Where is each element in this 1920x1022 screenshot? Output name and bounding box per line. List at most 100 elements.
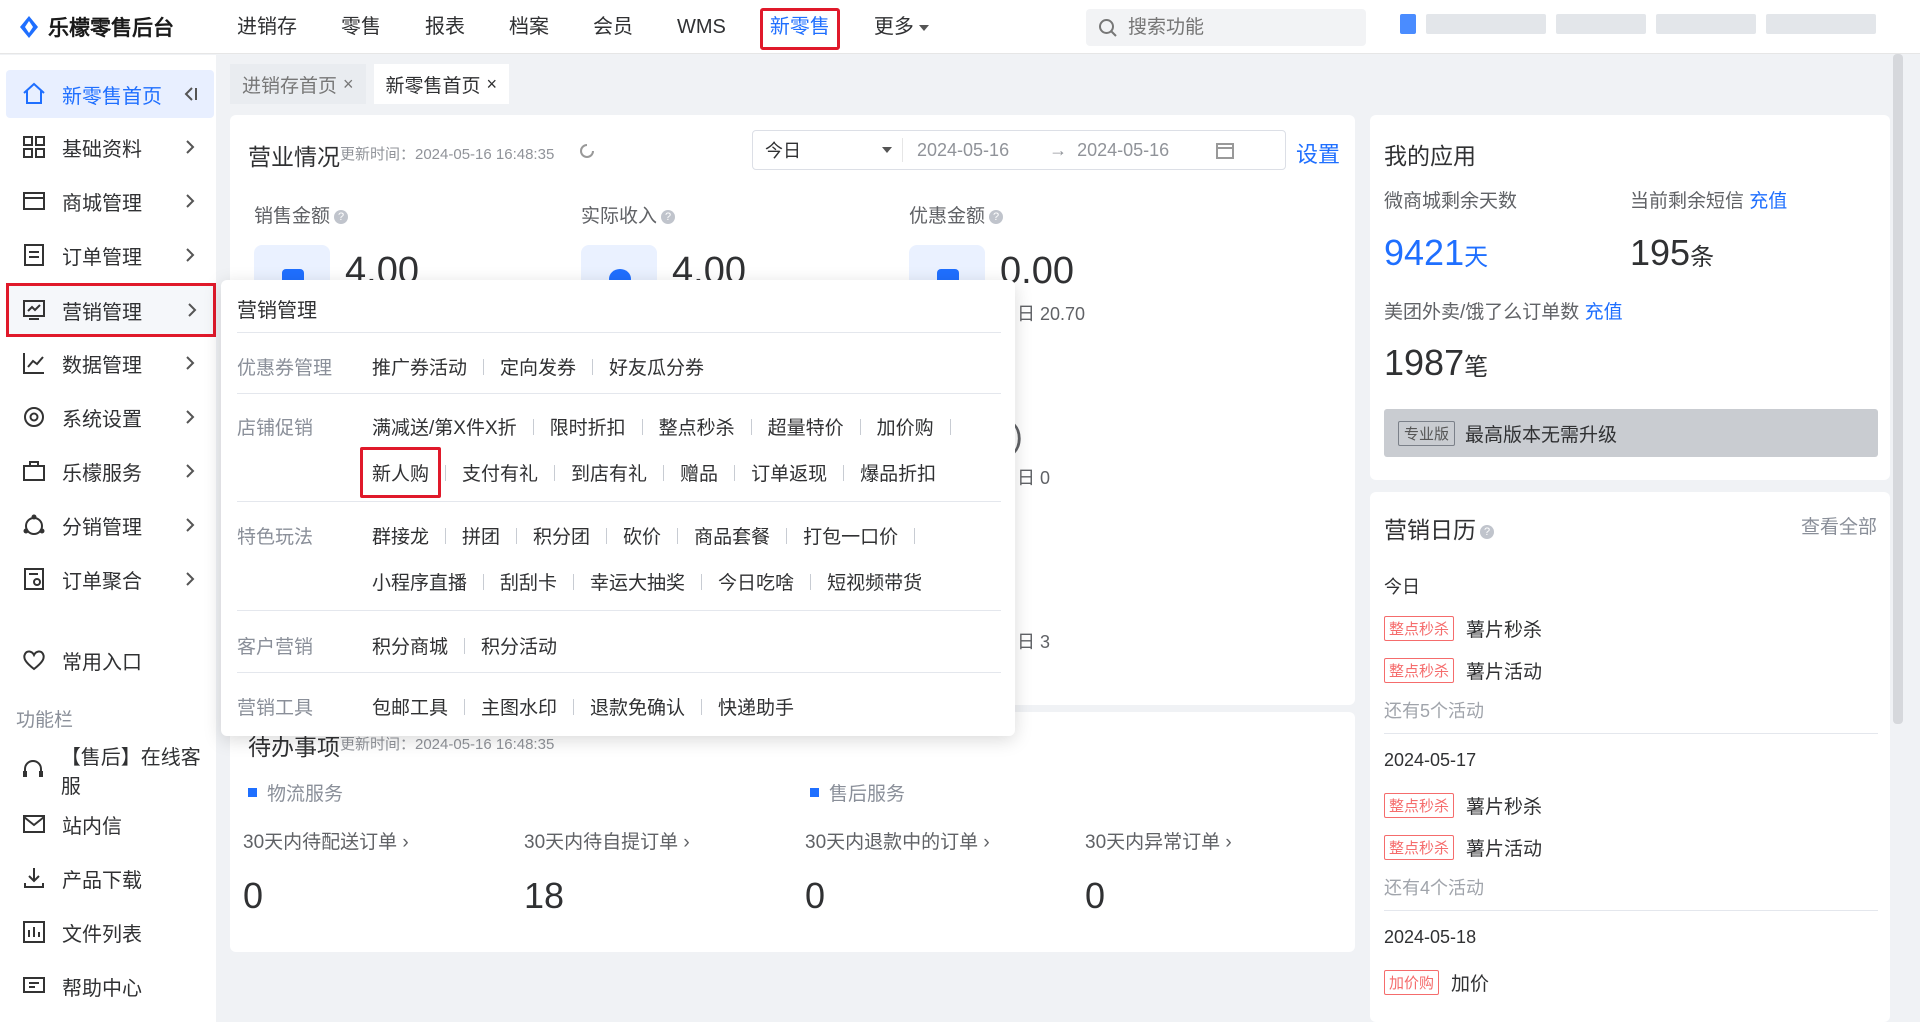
sidebar-item-frequent[interactable]: 常用入口	[6, 636, 214, 684]
nav-item-wms[interactable]: WMS	[655, 0, 748, 54]
tab-inventory-home[interactable]: 进销存首页 ×	[230, 64, 366, 104]
menu-item-promo-coupon[interactable]: 推广券活动	[372, 353, 483, 380]
menu-item-friend-split-coupon[interactable]: 好友瓜分券	[593, 353, 720, 380]
menu-item-add-on-purchase[interactable]: 加价购	[861, 413, 950, 440]
nav-item-reports[interactable]: 报表	[403, 0, 487, 54]
menu-item-bulk-special[interactable]: 超量特价	[752, 413, 860, 440]
menu-item-group-buy[interactable]: 拼团	[446, 522, 516, 549]
tab-label: 新零售首页	[385, 75, 481, 97]
nav-item-members[interactable]: 会员	[571, 0, 655, 54]
help-circle-icon[interactable]: ?	[1480, 524, 1494, 539]
range-select[interactable]: 今日	[753, 138, 903, 162]
menu-item-watermark[interactable]: 主图水印	[465, 693, 573, 720]
menu-item-points-activity[interactable]: 积分活动	[465, 632, 573, 659]
todo-pending-pickup-link[interactable]: 30天内待自提订单 ›	[524, 827, 690, 854]
edition-text: 最高版本无需升级	[1465, 424, 1618, 446]
menu-item-group-relay[interactable]: 群接龙	[372, 522, 445, 549]
menu-item-refund-auto[interactable]: 退款免确认	[574, 693, 701, 720]
menu-item-package-price[interactable]: 打包一口价	[787, 522, 914, 549]
search-box[interactable]	[1086, 9, 1366, 46]
help-circle-icon[interactable]: ?	[661, 209, 676, 224]
sidebar-tool-download[interactable]: 产品下载	[6, 854, 214, 902]
event-name: 薯片活动	[1466, 839, 1543, 860]
sidebar-tool-messages[interactable]: 站内信	[6, 800, 214, 848]
help-circle-icon[interactable]: ?	[334, 209, 349, 224]
menu-item-points-mall[interactable]: 积分商城	[372, 632, 464, 659]
menu-item-scratch-card[interactable]: 刮刮卡	[484, 568, 573, 595]
nav-item-retail[interactable]: 零售	[319, 0, 403, 54]
calendar-event[interactable]: 加价购 加价	[1384, 969, 1489, 996]
metric-sales-text: 销售金额	[254, 206, 331, 227]
sidebar-item-basic-data[interactable]: 基础资料	[6, 123, 214, 171]
calendar-more-link[interactable]: 还有5个活动	[1384, 697, 1484, 723]
sms-recharge-link[interactable]: 充值	[1749, 191, 1787, 212]
page-scrollbar[interactable]	[1893, 54, 1903, 724]
menu-item-free-shipping[interactable]: 包邮工具	[372, 693, 464, 720]
collapse-icon[interactable]	[180, 84, 200, 104]
sidebar-tool-help[interactable]: 帮助中心	[6, 962, 214, 1010]
date-end[interactable]: 2024-05-16	[1077, 140, 1169, 161]
menu-item-points-group[interactable]: 积分团	[517, 522, 606, 549]
metric-income-label: 实际收入?	[581, 201, 676, 228]
close-icon[interactable]: ×	[487, 74, 498, 95]
menu-item-flash-sale[interactable]: 整点秒杀	[643, 413, 751, 440]
help-circle-icon[interactable]: ?	[989, 209, 1004, 224]
menu-item-bundle[interactable]: 商品套餐	[678, 522, 786, 549]
logo-icon	[18, 15, 40, 39]
close-icon[interactable]: ×	[343, 74, 354, 95]
menu-item-lucky-draw[interactable]: 幸运大抽奖	[574, 568, 701, 595]
business-update-time: 更新时间：2024-05-16 16:48:35	[340, 146, 555, 163]
refresh-icon[interactable]	[577, 141, 597, 161]
nav-item-inventory[interactable]: 进销存	[215, 0, 319, 54]
todo-pending-delivery-link[interactable]: 30天内待配送订单 ›	[243, 827, 409, 854]
sidebar-item-order-aggregate[interactable]: 订单聚合	[6, 555, 214, 603]
menu-item-pay-gift[interactable]: 支付有礼	[446, 459, 554, 486]
date-range-picker[interactable]: 今日 2024-05-16 → 2024-05-16	[752, 130, 1286, 170]
takeout-recharge-link[interactable]: 充值	[1585, 302, 1623, 323]
menu-item-bargain[interactable]: 砍价	[607, 522, 677, 549]
sidebar-tool-customer-service[interactable]: 【售后】在线客服	[6, 746, 214, 798]
menu-item-order-cashback[interactable]: 订单返现	[735, 459, 843, 486]
search-input[interactable]	[1128, 16, 1348, 39]
menu-item-full-reduction[interactable]: 满减送/第X件X折	[372, 413, 533, 440]
menu-item-express-helper[interactable]: 快递助手	[702, 693, 810, 720]
sidebar-tool-file-list[interactable]: 文件列表	[6, 908, 214, 956]
tab-new-retail-home[interactable]: 新零售首页 ×	[373, 64, 510, 104]
menu-item-limited-discount[interactable]: 限时折扣	[534, 413, 642, 440]
todo-section-label: 物流服务	[267, 784, 344, 805]
dropdown-divider	[237, 610, 1001, 611]
sidebar-item-settings[interactable]: 系统设置	[6, 393, 214, 441]
sidebar-item-distribution[interactable]: 分销管理	[6, 501, 214, 549]
briefcase-icon	[20, 457, 48, 485]
calendar-event[interactable]: 整点秒杀 薯片活动	[1384, 657, 1542, 684]
sidebar-item-mall[interactable]: 商城管理	[6, 177, 214, 225]
tab-label: 进销存首页	[242, 75, 338, 97]
nav-item-archives[interactable]: 档案	[487, 0, 571, 54]
sidebar-item-marketing[interactable]: 营销管理	[6, 283, 216, 337]
sidebar-item-lemeng-service[interactable]: 乐檬服务	[6, 447, 214, 495]
menu-item-new-customer[interactable]: 新人购	[359, 447, 445, 498]
menu-item-visit-gift[interactable]: 到店有礼	[555, 459, 663, 486]
menu-item-short-video[interactable]: 短视频带货	[811, 568, 938, 595]
calendar-event[interactable]: 整点秒杀 薯片秒杀	[1384, 615, 1542, 642]
date-start[interactable]: 2024-05-16	[917, 140, 1009, 161]
todo-abnormal-link[interactable]: 30天内异常订单 ›	[1085, 827, 1232, 854]
logo[interactable]: 乐檬零售后台	[18, 12, 174, 42]
menu-item-targeted-coupon[interactable]: 定向发券	[484, 353, 592, 380]
menu-item-gift[interactable]: 赠品	[664, 459, 734, 486]
settings-link[interactable]: 设置	[1296, 137, 1340, 169]
calendar-event[interactable]: 整点秒杀 薯片活动	[1384, 834, 1542, 861]
sidebar-item-new-retail-home[interactable]: 新零售首页	[6, 70, 214, 118]
partial-compare-4: 日 3	[1017, 632, 1051, 652]
menu-item-what-to-eat[interactable]: 今日吃啥	[702, 568, 810, 595]
view-all-link[interactable]: 查看全部	[1801, 512, 1877, 539]
calendar-more-link[interactable]: 还有4个活动	[1384, 874, 1484, 900]
calendar-event[interactable]: 整点秒杀 薯片秒杀	[1384, 792, 1542, 819]
nav-item-more[interactable]: 更多	[852, 0, 951, 54]
sidebar-item-orders[interactable]: 订单管理	[6, 231, 214, 279]
menu-item-hot-discount[interactable]: 爆品折扣	[844, 459, 952, 486]
todo-refunding-link[interactable]: 30天内退款中的订单 ›	[805, 827, 990, 854]
nav-item-new-retail[interactable]: 新零售	[748, 0, 852, 54]
menu-item-live-stream[interactable]: 小程序直播	[372, 568, 483, 595]
sidebar-item-data[interactable]: 数据管理	[6, 339, 214, 387]
